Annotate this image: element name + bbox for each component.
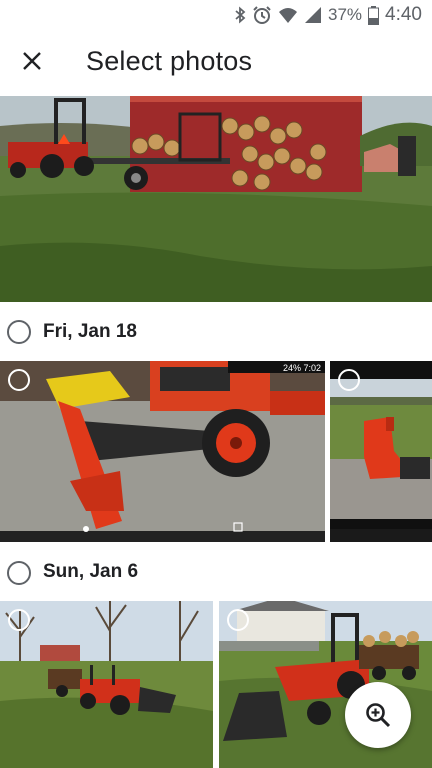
zoom-in-icon [366,703,391,728]
photo-tractor-trailer-1-image [0,601,213,768]
photo-farm-woodpile-image [0,96,432,302]
photo-tractor-blade[interactable]: 24% 7:02 [0,361,325,542]
photo-farm-woodpile[interactable] [0,96,432,302]
screenshot-battery: 24% [282,363,301,373]
select-date-circle[interactable] [7,320,31,344]
select-photo-circle[interactable] [227,609,249,631]
date-label: Fri, Jan 18 [43,321,137,342]
photo-tractor-trailer-2-image [219,601,432,768]
page-title: Select photos [86,46,253,76]
select-photo-circle[interactable] [338,369,360,391]
wifi-icon [278,6,298,24]
zoom-in-button[interactable] [345,682,411,748]
alarm-icon [252,5,272,25]
photo-tractor-trailer-1[interactable] [0,601,213,768]
photo-tractor-blade-image [0,361,325,542]
select-photo-circle[interactable] [8,609,30,631]
screenshot-status: 24% 7:02 [283,363,321,373]
photo-snow-blower[interactable] [330,361,432,542]
close-button[interactable] [10,39,54,83]
date-header-jan-6: Sun, Jan 6 [0,544,432,600]
select-photo-circle[interactable] [8,369,30,391]
close-icon [23,52,41,70]
clock: 4:40 [385,4,422,25]
screenshot-time: 7:02 [303,363,321,373]
date-header-jan-18: Fri, Jan 18 [0,304,432,360]
signal-icon [304,6,322,24]
bluetooth-icon [234,6,246,24]
battery-icon [368,5,380,25]
app-bar: Select photos [0,30,432,96]
photo-tractor-trailer-2[interactable] [219,601,432,768]
battery-percent: 37% [327,5,363,24]
status-bar: 37% 4:40 [0,0,432,30]
date-label: Sun, Jan 6 [43,561,139,582]
select-date-circle[interactable] [7,561,31,585]
